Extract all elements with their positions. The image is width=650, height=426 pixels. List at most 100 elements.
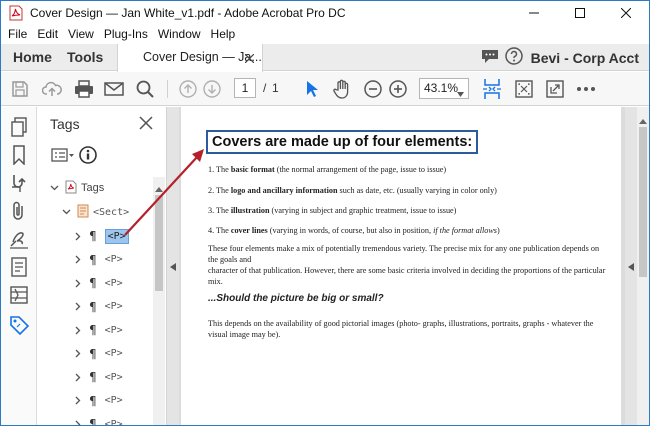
close-panel-button[interactable] <box>139 116 153 133</box>
chevron-down-icon[interactable] <box>49 185 59 191</box>
tag-row-p[interactable]: ¶ <P> <box>73 366 123 388</box>
tag-row-p[interactable]: ¶ <P> <box>73 296 123 318</box>
tag-row-p[interactable]: ¶ <P> <box>73 272 123 294</box>
heading-selected-box[interactable]: Covers are made up of four elements: <box>206 130 479 154</box>
document-scrollbar[interactable] <box>637 107 649 425</box>
reading-order-icon[interactable] <box>9 173 29 193</box>
chevron-right-icon[interactable] <box>73 302 83 311</box>
fit-page-icon[interactable] <box>513 78 535 100</box>
content-panel-icon[interactable] <box>9 257 29 277</box>
options-menu-icon[interactable] <box>51 147 75 166</box>
tree-root[interactable]: Tags <box>49 177 104 199</box>
chevron-right-icon[interactable] <box>73 255 83 264</box>
body-paragraph: This depends on the availability of good… <box>208 319 594 339</box>
cloud-upload-icon[interactable] <box>41 78 63 100</box>
acrobat-window: Cover Design — Jan White_v1.pdf - Adobe … <box>0 0 650 426</box>
search-icon[interactable] <box>134 78 156 100</box>
p-tag-label: <P> <box>104 418 123 426</box>
order-panel-icon[interactable] <box>9 285 29 305</box>
chevron-right-icon[interactable] <box>73 349 83 358</box>
attachment-icon[interactable] <box>9 201 29 221</box>
chevron-right-icon[interactable] <box>73 420 83 425</box>
full-screen-icon[interactable] <box>544 78 566 100</box>
menu-window[interactable]: Window <box>153 25 206 44</box>
minimize-button[interactable] <box>511 1 557 25</box>
minimize-icon <box>529 12 539 14</box>
close-icon <box>139 116 153 130</box>
save-icon[interactable] <box>9 78 31 100</box>
paragraph-mark-icon: ¶ <box>89 252 97 267</box>
scroll-up-icon[interactable] <box>639 113 647 127</box>
scroll-up-icon[interactable] <box>155 181 163 195</box>
p-tag-label: <P> <box>104 371 123 383</box>
tab-document[interactable]: Cover Design — Ja... <box>117 44 263 72</box>
tree-sect[interactable]: <Sect> <box>61 201 129 223</box>
tags-panel-scrollbar[interactable] <box>153 177 165 425</box>
scrollbar-thumb[interactable] <box>155 195 163 291</box>
email-icon[interactable] <box>103 78 125 100</box>
tag-row-p[interactable]: ¶ <P> <box>73 413 123 426</box>
list-item: 1. The basic format (the normal arrangem… <box>208 165 447 174</box>
collapse-left-icon[interactable] <box>170 260 176 274</box>
account-name[interactable]: Bevi - Corp Acct <box>531 50 639 66</box>
menu-edit[interactable]: Edit <box>32 25 63 44</box>
collapse-left-icon[interactable] <box>628 260 634 274</box>
close-window-button[interactable] <box>603 1 649 25</box>
page-number-input[interactable]: 1 <box>234 78 256 98</box>
help-icon[interactable] <box>504 47 523 68</box>
tag-row-p[interactable]: ¶ <P> <box>73 390 123 412</box>
right-panel-gutter[interactable] <box>625 107 637 425</box>
info-icon[interactable] <box>79 146 97 167</box>
zoom-dropdown[interactable]: 43.1% <box>419 78 469 99</box>
comment-bubble-icon[interactable] <box>481 48 499 67</box>
scrollbar-thumb[interactable] <box>639 127 647 277</box>
pdf-page[interactable]: Covers are made up of four elements: 1. … <box>181 107 621 425</box>
print-icon[interactable] <box>73 78 95 100</box>
zoom-in-icon[interactable] <box>387 78 409 100</box>
tags-panel: Tags Tags <Sect> ¶ <P> ¶ <P> ¶ <P> ¶ <P> ¶ < <box>37 107 167 426</box>
menu-file[interactable]: File <box>1 25 32 44</box>
p-tag-label: <P> <box>104 348 123 359</box>
menu-help[interactable]: Help <box>206 25 241 44</box>
tab-tools[interactable]: Tools <box>67 44 103 71</box>
hand-tool-icon[interactable] <box>331 78 353 100</box>
window-title: Cover Design — Jan White_v1.pdf - Adobe … <box>30 6 346 20</box>
chevron-right-icon[interactable] <box>73 326 83 335</box>
previous-page-icon[interactable] <box>177 78 199 100</box>
more-tools-icon[interactable] <box>575 78 597 100</box>
paragraph-mark-icon: ¶ <box>89 417 97 426</box>
tab-bar: Home Tools Cover Design — Ja... Bevi - C… <box>1 44 649 72</box>
page-thumbnails-icon[interactable] <box>9 117 29 137</box>
tag-row-p[interactable]: ¶ <P> <box>73 319 123 341</box>
tags-options <box>51 146 97 167</box>
signature-icon[interactable] <box>9 229 29 249</box>
next-page-icon[interactable] <box>201 78 223 100</box>
section-tag-icon <box>77 204 89 221</box>
panel-collapse-gutter[interactable] <box>167 107 179 425</box>
tab-home[interactable]: Home <box>13 44 52 71</box>
page-layout-icon[interactable] <box>481 78 503 100</box>
chevron-right-icon[interactable] <box>73 232 83 241</box>
menu-plug-ins[interactable]: Plug-Ins <box>99 25 153 44</box>
maximize-button[interactable] <box>557 1 603 25</box>
chevron-right-icon[interactable] <box>73 396 83 405</box>
chevron-down-icon[interactable] <box>61 209 71 215</box>
tag-row-p[interactable]: ¶ <P> <box>73 249 123 271</box>
title-bar: Cover Design — Jan White_v1.pdf - Adobe … <box>1 1 649 25</box>
close-tab-button[interactable] <box>244 52 255 66</box>
list-item: 4. The cover lines (varying in words, of… <box>208 226 500 235</box>
document-viewport: Covers are made up of four elements: 1. … <box>179 107 625 425</box>
menu-view[interactable]: View <box>63 25 99 44</box>
chevron-right-icon[interactable] <box>73 279 83 288</box>
select-pointer-icon[interactable] <box>301 78 323 100</box>
tags-root-label: Tags <box>81 182 105 194</box>
tag-row-p[interactable]: ¶ <P> <box>73 225 129 247</box>
chevron-right-icon[interactable] <box>73 373 83 382</box>
p-tag-label: <P> <box>104 395 123 406</box>
p-tag-label: <P> <box>104 228 129 244</box>
p-tag-label: <P> <box>104 277 123 289</box>
tag-icon[interactable] <box>9 315 29 335</box>
zoom-out-icon[interactable] <box>362 78 384 100</box>
tag-row-p[interactable]: ¶ <P> <box>73 343 123 365</box>
bookmark-icon[interactable] <box>9 145 29 165</box>
